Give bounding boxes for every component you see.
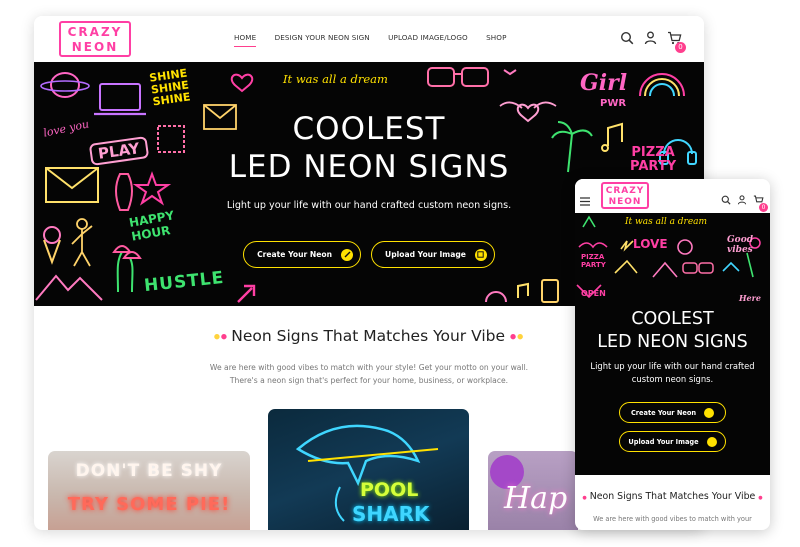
neon-girl-text: Girl	[580, 70, 628, 96]
nav-design-neon[interactable]: DESIGN YOUR NEON SIGN	[275, 33, 370, 42]
create-your-neon-label: Create Your Neon	[257, 250, 333, 259]
mobile-logo-line-1: CRAZY	[605, 186, 645, 196]
create-your-neon-button[interactable]: Create Your Neon	[243, 241, 362, 268]
pencil-icon	[341, 248, 354, 261]
cart-icon[interactable]: 0	[667, 30, 686, 53]
mobile-upload-your-image-label: Upload Your Image	[628, 437, 699, 446]
mobile-heading-dot-right-icon: ●	[758, 495, 763, 501]
card3-neon-text: Hap	[504, 481, 568, 516]
product-card-dont-be-shy[interactable]: DON'T BE SHY TRY SOME PIE!	[48, 451, 250, 530]
card1-neon-line-1: DON'T BE SHY	[75, 461, 223, 481]
mobile-hero-title: COOLEST LED NEON SIGNS	[575, 308, 770, 354]
search-icon[interactable]	[620, 30, 634, 49]
mobile-image-icon	[706, 436, 717, 447]
mobile-create-your-neon-button[interactable]: Create Your Neon	[619, 402, 726, 423]
upload-your-image-label: Upload Your Image	[385, 250, 466, 259]
mobile-heading-dot-left-icon: ●	[582, 495, 587, 501]
upload-your-image-button[interactable]: Upload Your Image	[371, 241, 495, 268]
product-card-happy[interactable]: Hap	[488, 451, 578, 530]
section-heading-text: Neon Signs That Matches Your Vibe	[231, 327, 506, 345]
nav-upload-image[interactable]: UPLOAD IMAGE/LOGO	[388, 33, 468, 42]
mobile-section-blurb: We are here with good vibes to match wit…	[593, 515, 752, 523]
neon-shine-text: SHINE SHINE SHINE	[148, 66, 192, 109]
mobile-search-icon[interactable]	[721, 190, 731, 209]
mobile-section-heading-text: Neon Signs That Matches Your Vibe	[589, 491, 756, 502]
mobile-neon-pizza-text: PIZZA	[581, 253, 605, 261]
hamburger-menu-icon[interactable]	[580, 191, 590, 210]
mobile-create-your-neon-label: Create Your Neon	[630, 408, 697, 417]
image-icon	[474, 248, 487, 261]
heading-dot-pink-right-icon: ●	[509, 332, 518, 341]
mobile-logo-line-2: NEON	[608, 197, 642, 207]
mobile-hero-banner: It was all a dream LOVE Good vibes PIZZA P…	[575, 213, 770, 475]
neon-pwr-text: PWR	[600, 98, 627, 109]
header-icons: 0	[620, 30, 686, 53]
mobile-neon-vibes-text: vibes	[727, 245, 753, 255]
mobile-section-heading: ● Neon Signs That Matches Your Vibe ●	[575, 491, 770, 502]
card2-neon-line-1: POOL	[360, 479, 419, 501]
mobile-neon-pizza-party-text: PIZZA PARTY	[581, 253, 606, 269]
mobile-hero-subtitle-line-2: custom neon signs.	[631, 374, 714, 384]
nav-home[interactable]: HOME	[234, 33, 256, 42]
mobile-pencil-icon	[704, 407, 715, 418]
nav-shop[interactable]: SHOP	[486, 33, 506, 42]
heading-dot-pink-left-icon: ●	[220, 332, 232, 341]
mobile-upload-your-image-button[interactable]: Upload Your Image	[619, 431, 726, 452]
mobile-cart-count-badge: 0	[759, 203, 768, 212]
site-header: CRAZY NEON HOME DESIGN YOUR NEON SIGN UP…	[34, 16, 704, 62]
logo-line-1: CRAZY	[67, 25, 123, 39]
heading-dots-left-icon: ●	[213, 332, 221, 341]
crazy-neon-logo[interactable]: CRAZY NEON	[59, 21, 131, 57]
mobile-cart-icon[interactable]: 0	[753, 190, 768, 212]
mobile-neon-dream-text: It was all a dream	[625, 217, 708, 227]
mobile-neon-here-text: Here	[739, 293, 761, 303]
mobile-neon-open-text: OPEN	[581, 289, 606, 298]
main-nav: HOME DESIGN YOUR NEON SIGN UPLOAD IMAGE/…	[234, 33, 523, 42]
mobile-preview: CRAZY NEON 0 It was all a dream LOVE Goo…	[575, 179, 770, 530]
mobile-neon-love-text: LOVE	[633, 237, 668, 251]
mobile-crazy-neon-logo[interactable]: CRAZY NEON	[601, 182, 649, 209]
cart-count-badge: 0	[675, 42, 686, 53]
mobile-neon-good-text: Good	[727, 235, 753, 245]
mobile-header-icons: 0	[721, 190, 768, 212]
user-icon[interactable]	[644, 30, 657, 49]
mobile-hero-title-line-1: COOLEST	[631, 309, 714, 329]
mobile-header: CRAZY NEON 0	[575, 179, 770, 213]
mobile-neon-party-text: PARTY	[581, 261, 606, 269]
hero-title-line-1: COOLEST	[292, 111, 446, 147]
logo-line-2: NEON	[71, 40, 119, 54]
product-card-pool-shark[interactable]: POOL SHARK	[268, 409, 469, 530]
mobile-hero-subtitle: Light up your life with our hand crafted…	[575, 360, 770, 386]
card2-neon-line-2: SHARK	[352, 502, 430, 526]
heading-dots-right-icon: ●	[517, 332, 525, 341]
mobile-user-icon[interactable]	[737, 190, 747, 209]
mobile-neon-good-vibes-text: Good vibes	[727, 235, 753, 255]
mobile-hero-subtitle-line-1: Light up your life with our hand crafted	[590, 361, 755, 371]
card1-neon-line-2: TRY SOME PIE!	[67, 494, 231, 515]
hero-title: COOLEST LED NEON SIGNS	[34, 110, 704, 186]
neon-dream-text: It was all a dream	[283, 72, 388, 86]
mobile-hero-title-line-2: LED NEON SIGNS	[597, 332, 748, 352]
